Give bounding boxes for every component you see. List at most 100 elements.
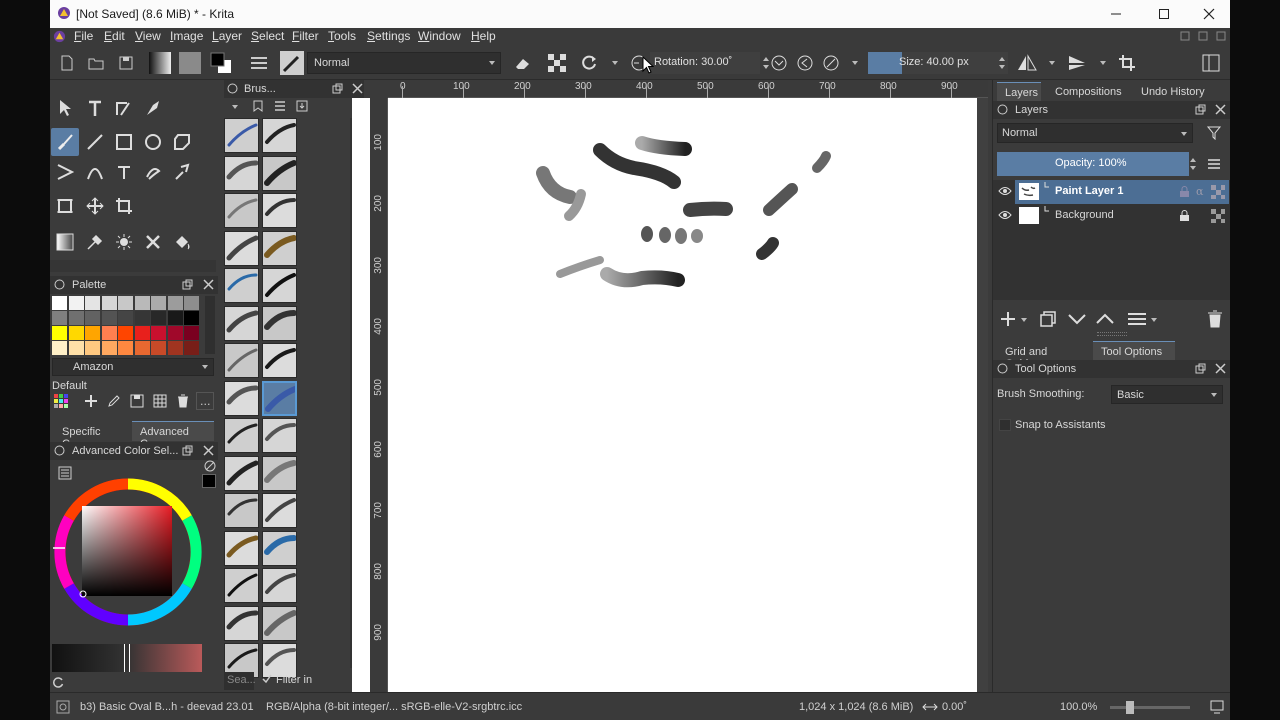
- size-spin-arrows[interactable]: [998, 56, 1006, 70]
- reset-color-icon[interactable]: [204, 460, 216, 472]
- fill-tool-icon[interactable]: [168, 228, 196, 256]
- float-docker-icon[interactable]: [182, 445, 193, 456]
- rotation-slider[interactable]: Rotation: 30.00˚: [650, 52, 760, 74]
- brush-preset-tile[interactable]: [224, 418, 259, 453]
- maximize-button[interactable]: [1141, 0, 1187, 28]
- tile-subwindow-icon[interactable]: [1198, 31, 1208, 41]
- palette-swatch[interactable]: [68, 341, 84, 355]
- crop-tool-icon[interactable]: [51, 192, 79, 220]
- rotate-status-icon[interactable]: [922, 701, 938, 713]
- delete-layer-icon[interactable]: [1207, 310, 1223, 328]
- pattern-preset-icon[interactable]: [178, 52, 202, 74]
- text-tool-icon[interactable]: [81, 94, 109, 122]
- brush-preset-tile[interactable]: [224, 568, 259, 603]
- mirror-horizontal-icon[interactable]: [1016, 52, 1038, 74]
- canvas-vertical-scrollbar[interactable]: [977, 98, 988, 692]
- tab-undo-history[interactable]: Undo History: [1133, 82, 1229, 102]
- palette-swatch[interactable]: [118, 296, 133, 310]
- opacity-spin-arrows[interactable]: [1189, 156, 1197, 172]
- dynamic-brush-tool-icon[interactable]: [139, 158, 167, 186]
- brush-preset-tile[interactable]: [262, 118, 297, 153]
- assistant-tool-icon[interactable]: [139, 228, 167, 256]
- close-docker-icon[interactable]: [203, 445, 214, 456]
- save-palette-icon[interactable]: [130, 394, 144, 408]
- blend-mode-select[interactable]: Normal: [307, 52, 501, 74]
- palette-swatch[interactable]: [101, 326, 117, 340]
- ellipse-tool-icon[interactable]: [139, 128, 167, 156]
- palette-swatch[interactable]: [184, 341, 199, 355]
- tab-specific-color[interactable]: Specific C...: [54, 422, 128, 450]
- close-subwindow-icon[interactable]: [1216, 31, 1226, 41]
- brush-preset-tile[interactable]: [262, 455, 297, 491]
- wrap-around-icon[interactable]: [1116, 52, 1138, 74]
- float-docker-icon[interactable]: [1195, 363, 1206, 374]
- delete-swatch-icon[interactable]: [176, 394, 190, 408]
- palette-swatch[interactable]: [52, 311, 67, 325]
- layer-lock-icon[interactable]: [1179, 209, 1190, 222]
- brush-preset-tile[interactable]: [262, 643, 297, 678]
- import-preset-icon[interactable]: [296, 100, 308, 112]
- size-slider[interactable]: Size: 40.00 px: [868, 52, 1008, 74]
- palette-swatch[interactable]: [101, 311, 117, 325]
- palette-grid-icon[interactable]: [153, 394, 167, 408]
- restore-subwindow-icon[interactable]: [1180, 31, 1190, 41]
- float-docker-icon[interactable]: [182, 279, 193, 290]
- brush-preset-tile[interactable]: [224, 155, 259, 191]
- float-docker-icon[interactable]: [332, 83, 343, 94]
- brush-preset-tile[interactable]: [224, 118, 259, 153]
- brush-preset-tile[interactable]: [262, 493, 297, 528]
- brush-preset-tile[interactable]: [262, 305, 297, 341]
- calligraphy-tool-icon[interactable]: [139, 94, 167, 122]
- brush-preset-tile[interactable]: [262, 193, 297, 228]
- current-color-swatch[interactable]: [202, 474, 216, 488]
- reload-preset-button[interactable]: [578, 52, 600, 74]
- palette-swatch[interactable]: [167, 311, 183, 325]
- fill-pattern-icon[interactable]: [248, 52, 270, 74]
- brush-preset-tile[interactable]: [262, 343, 297, 378]
- rectangle-tool-icon[interactable]: [110, 128, 138, 156]
- layer-row-paint-layer-1[interactable]: Paint Layer 1 α: [1015, 180, 1229, 204]
- move-tool-icon[interactable]: [81, 192, 109, 220]
- mirror-vertical-icon[interactable]: [1066, 52, 1088, 74]
- move-layer-down-icon[interactable]: [1067, 310, 1087, 328]
- freehand-path-tool-icon[interactable]: [110, 158, 138, 186]
- brush-smoothing-select[interactable]: Basic: [1111, 385, 1223, 404]
- brush-preset-tile[interactable]: [262, 568, 297, 603]
- palette-select[interactable]: Amazon: [52, 358, 214, 376]
- color-history-bar[interactable]: [52, 644, 202, 672]
- add-swatch-icon[interactable]: [84, 394, 98, 408]
- palette-swatch[interactable]: [134, 311, 150, 325]
- brush-preset-tile[interactable]: [262, 268, 297, 303]
- workspace-chooser-icon[interactable]: [1200, 52, 1222, 74]
- bookmark-icon[interactable]: [252, 100, 264, 112]
- snap-to-assistants-checkbox[interactable]: [999, 419, 1011, 431]
- eraser-mode-button[interactable]: [512, 52, 534, 74]
- palette-swatch[interactable]: [85, 341, 100, 355]
- menu-layer[interactable]: Layer: [212, 29, 242, 43]
- zoom-slider-handle[interactable]: [1126, 701, 1134, 714]
- brush-preset-grid[interactable]: [224, 118, 300, 678]
- color-picker-tool-icon[interactable]: [81, 228, 109, 256]
- brush-preset-tile[interactable]: [224, 305, 259, 341]
- menu-filter[interactable]: Filter: [292, 29, 319, 43]
- splitter-handle[interactable]: [1097, 332, 1127, 336]
- palette-swatch[interactable]: [151, 311, 166, 325]
- edit-swatch-icon[interactable]: [107, 394, 121, 408]
- multibrush-tool-icon[interactable]: [168, 158, 196, 186]
- inherit-alpha-icon[interactable]: [1211, 185, 1225, 199]
- freehand-brush-tool-icon[interactable]: [51, 128, 79, 156]
- brush-preset-tile[interactable]: [262, 230, 297, 266]
- layer-lock-icon[interactable]: [1179, 185, 1190, 198]
- open-document-button[interactable]: [85, 52, 107, 74]
- lock-icon[interactable]: [997, 363, 1008, 374]
- brush-preset-tile[interactable]: [224, 605, 259, 641]
- layer-blend-mode-select[interactable]: Normal: [997, 123, 1193, 143]
- palette-swatch[interactable]: [167, 326, 183, 340]
- close-docker-icon[interactable]: [1215, 363, 1226, 374]
- lock-icon[interactable]: [54, 279, 65, 290]
- close-docker-icon[interactable]: [1215, 104, 1226, 115]
- palette-swatch[interactable]: [118, 326, 133, 340]
- palette-swatch[interactable]: [101, 296, 117, 310]
- brush-status-icon[interactable]: [56, 700, 70, 714]
- filter-checkbox-icon[interactable]: [262, 674, 272, 684]
